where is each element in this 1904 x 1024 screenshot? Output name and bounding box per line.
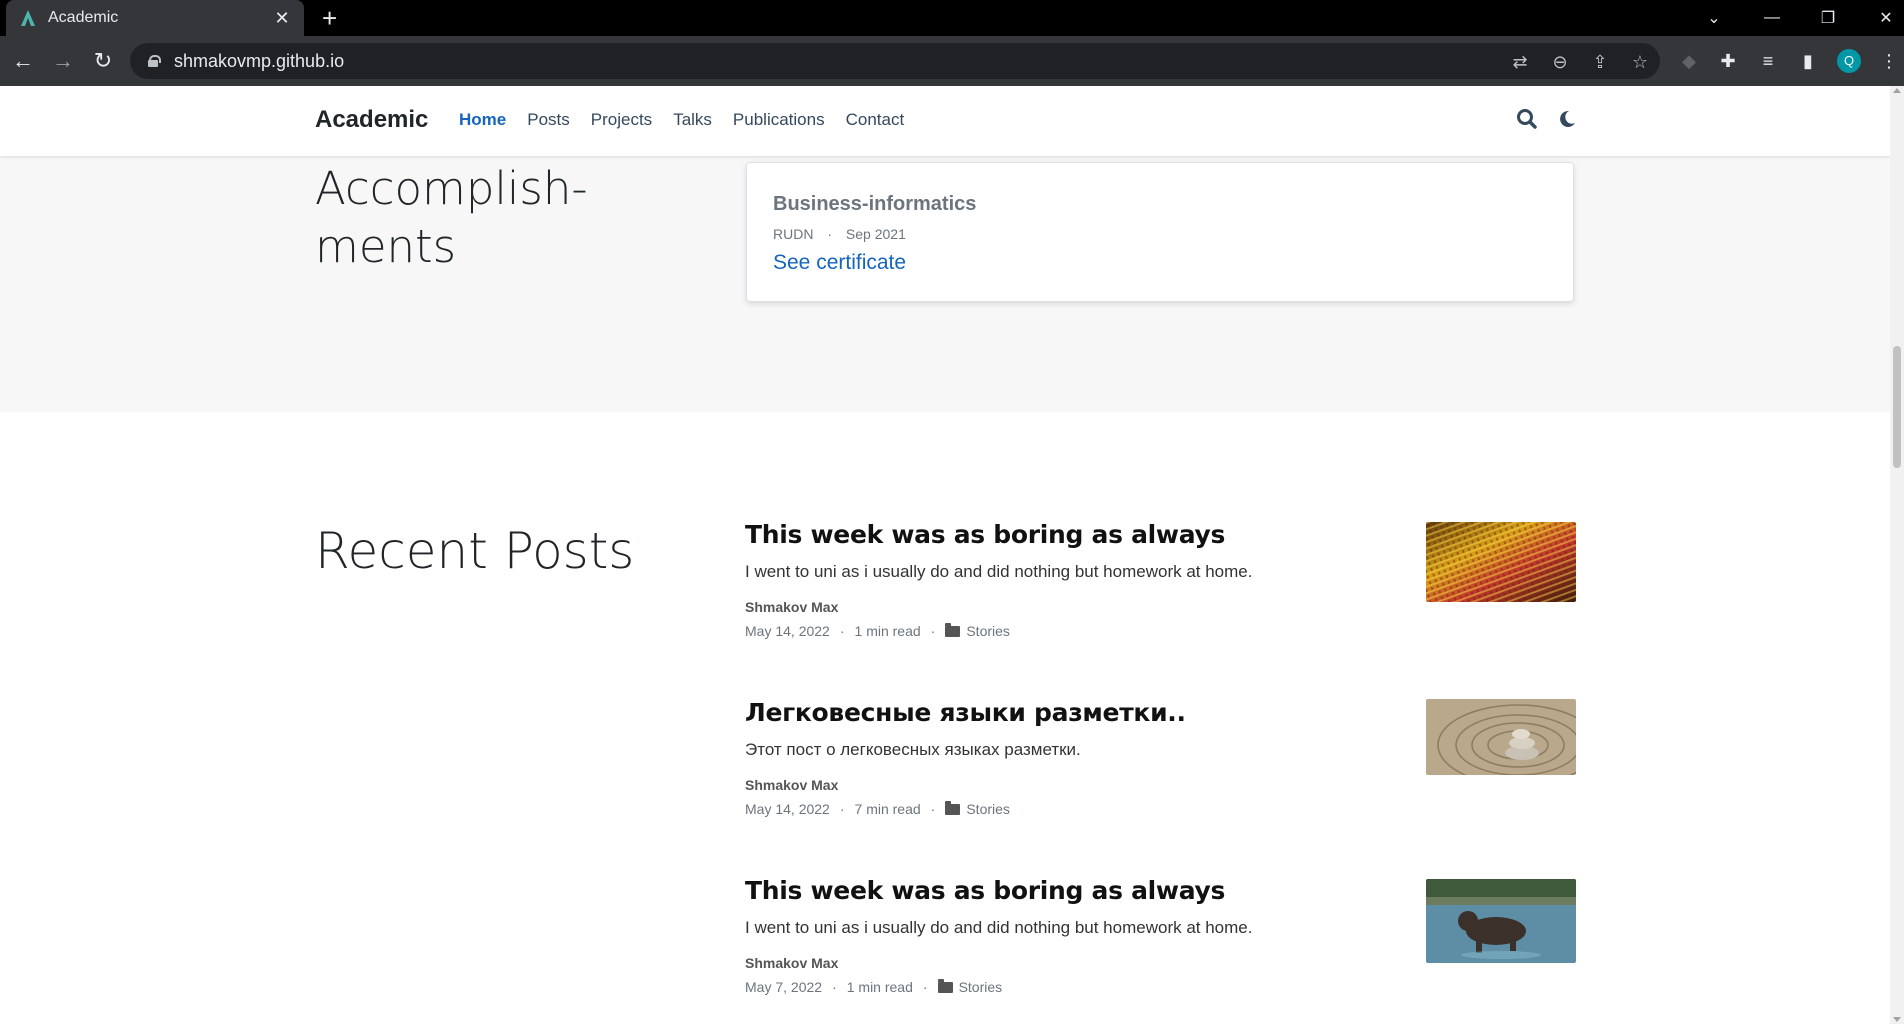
close-window-icon[interactable]: ✕ (1866, 0, 1904, 36)
post-title[interactable]: This week was as boring as always (745, 520, 1225, 549)
lock-icon[interactable] (148, 55, 161, 67)
minimize-icon[interactable]: — (1752, 0, 1792, 36)
bookmark-star-icon[interactable]: ☆ (1628, 50, 1652, 74)
recent-posts-title: Recent Posts (315, 522, 635, 580)
restore-icon[interactable]: ❐ (1808, 0, 1848, 36)
card-org: RUDN (773, 226, 814, 242)
new-tab-icon[interactable]: + (322, 4, 337, 32)
post-title[interactable]: This week was as boring as always (745, 876, 1225, 905)
scrollbar-thumb[interactable] (1893, 346, 1901, 468)
browser-toolbar: ← → ↻ shmakovmp.github.io ⇄ ⊖ ⇪ ☆ ◆ ✚ ≡ … (0, 36, 1904, 86)
web-page: Academic Home Posts Projects Talks Publi… (0, 86, 1890, 1024)
zoom-out-icon[interactable]: ⊖ (1548, 50, 1572, 74)
search-icon[interactable] (1514, 106, 1540, 132)
separator-dot: · (839, 801, 845, 817)
post-summary: Этот пост о легковесных языках разметки. (745, 740, 1081, 759)
post-thumbnail-zen-stones[interactable] (1426, 699, 1576, 775)
folder-icon (937, 978, 953, 993)
tab-search-icon[interactable]: ⌄ (1694, 0, 1734, 36)
extension-icon[interactable]: ◆ (1676, 48, 1702, 74)
post-thumbnail-colorful-fabric[interactable] (1426, 522, 1576, 602)
post-category[interactable]: Stories (959, 979, 1003, 995)
separator-dot: · (930, 623, 936, 639)
nav-publications[interactable]: Publications (733, 110, 825, 130)
post-meta: May 7, 2022 · 1 min read · Stories (745, 978, 1003, 995)
post-category[interactable]: Stories (966, 623, 1010, 639)
tab-close-icon[interactable]: ✕ (272, 8, 292, 29)
separator-dot: · (839, 623, 845, 639)
post-thumbnail-bear-cub[interactable] (1426, 879, 1576, 963)
forward-icon[interactable]: → (50, 48, 76, 74)
separator-dot: · (930, 801, 936, 817)
browser-tab-bar: Academic ✕ + ⌄ — ❐ ✕ (0, 0, 1904, 36)
separator-dot: · (827, 226, 833, 242)
accomplishment-card: Business-informatics RUDN · Sep 2021 See… (746, 162, 1574, 302)
separator-dot: · (922, 979, 928, 995)
page-scrollbar[interactable] (1890, 86, 1904, 1024)
post-date: May 14, 2022 (745, 623, 830, 639)
accomplishments-title-line2: ments (315, 220, 457, 273)
folder-icon (945, 622, 961, 637)
see-certificate-link[interactable]: See certificate (773, 251, 906, 275)
post-author[interactable]: Shmakov Max (745, 599, 838, 615)
url-text[interactable]: shmakovmp.github.io (174, 51, 344, 72)
address-bar[interactable]: shmakovmp.github.io ⇄ ⊖ ⇪ ☆ (130, 43, 1660, 79)
accomplishments-section: Accomplish- ments Business-informatics R… (0, 156, 1890, 412)
tab-title: Academic (48, 9, 119, 26)
academic-favicon-icon (21, 10, 35, 26)
post-date: May 7, 2022 (745, 979, 823, 995)
browser-tab[interactable]: Academic ✕ (6, 0, 304, 36)
side-panel-icon[interactable]: ▮ (1795, 48, 1821, 74)
accomplishments-title: Accomplish- ments (315, 160, 675, 276)
post-summary: I went to uni as i usually do and did no… (745, 918, 1253, 937)
media-queue-icon[interactable]: ≡ (1755, 48, 1781, 74)
extensions-puzzle-icon[interactable]: ✚ (1715, 48, 1741, 74)
post-meta: May 14, 2022 · 1 min read · Stories (745, 622, 1010, 639)
post-date: May 14, 2022 (745, 801, 830, 817)
profile-avatar[interactable]: Q (1837, 49, 1861, 73)
scroll-down-arrow-icon[interactable] (1893, 1017, 1901, 1022)
site-navbar: Academic Home Posts Projects Talks Publi… (0, 86, 1890, 156)
post-author[interactable]: Shmakov Max (745, 955, 838, 971)
translate-icon[interactable]: ⇄ (1508, 50, 1532, 74)
post-meta: May 14, 2022 · 7 min read · Stories (745, 800, 1010, 817)
menu-kebab-icon[interactable]: ⋮ (1876, 48, 1902, 74)
card-title: Business-informatics (773, 193, 977, 215)
separator-dot: · (832, 979, 837, 995)
accomplishments-title-line1: Accomplish- (315, 162, 588, 215)
reload-icon[interactable]: ↻ (90, 48, 116, 74)
dark-mode-moon-icon[interactable] (1554, 106, 1580, 132)
scroll-up-arrow-icon[interactable] (1893, 88, 1901, 93)
nav-home[interactable]: Home (459, 110, 506, 130)
post-read-time: 1 min read (846, 979, 913, 995)
nav-talks[interactable]: Talks (673, 110, 712, 130)
site-brand[interactable]: Academic (315, 106, 428, 134)
post-title[interactable]: Легковесные языки разметки.. (745, 698, 1186, 727)
post-read-time: 7 min read (854, 801, 921, 817)
card-meta: RUDN · Sep 2021 (773, 226, 906, 242)
nav-posts[interactable]: Posts (527, 110, 570, 130)
card-date: Sep 2021 (845, 226, 906, 242)
nav-projects[interactable]: Projects (591, 110, 652, 130)
folder-icon (945, 800, 961, 815)
share-icon[interactable]: ⇪ (1588, 50, 1612, 74)
post-author[interactable]: Shmakov Max (745, 777, 838, 793)
nav-contact[interactable]: Contact (846, 110, 905, 130)
post-category[interactable]: Stories (966, 801, 1010, 817)
post-summary: I went to uni as i usually do and did no… (745, 562, 1253, 581)
main-nav: Home Posts Projects Talks Publications C… (459, 110, 925, 130)
post-read-time: 1 min read (854, 623, 921, 639)
back-icon[interactable]: ← (10, 48, 36, 74)
